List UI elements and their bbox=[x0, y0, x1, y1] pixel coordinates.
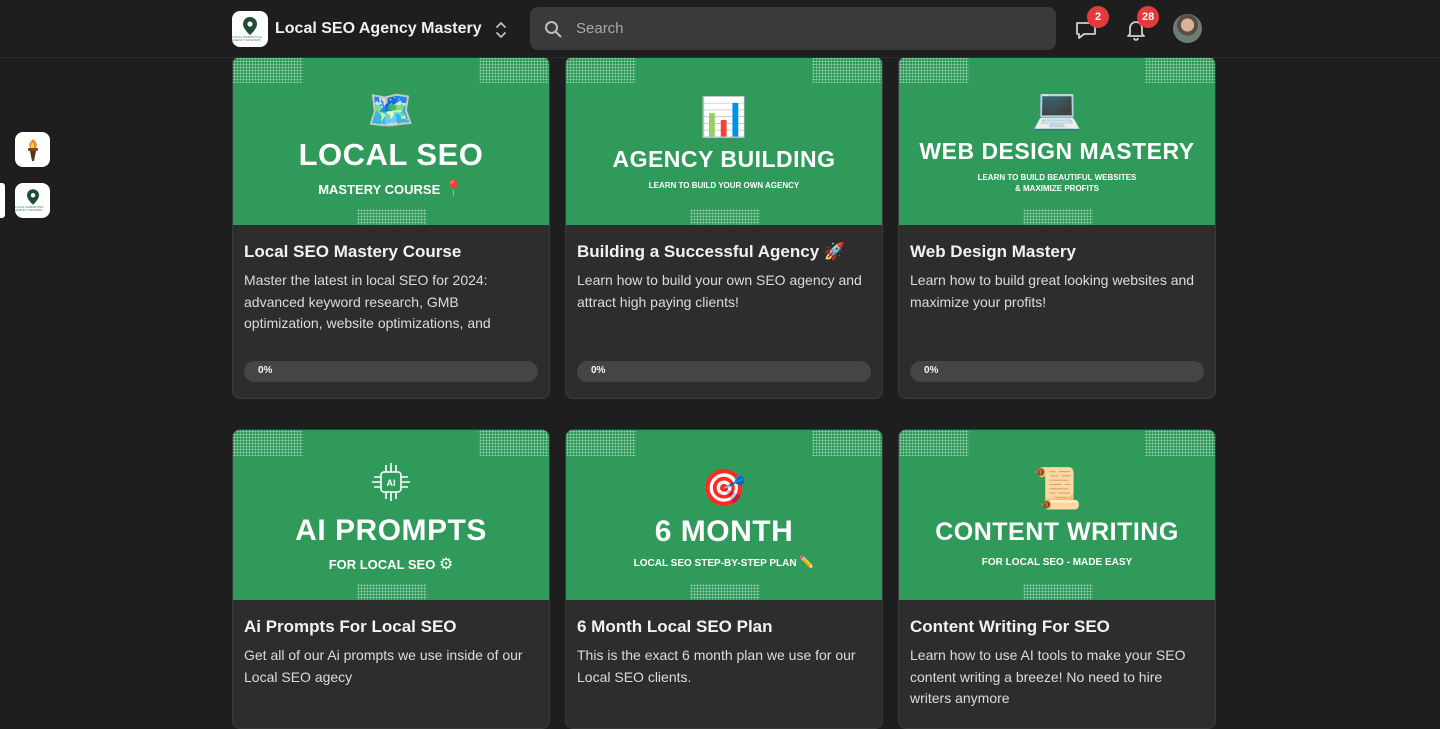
rail-active-indicator bbox=[0, 183, 5, 218]
thumbnail-title: CONTENT WRITING bbox=[935, 517, 1179, 546]
course-title: Building a Successful Agency 🚀 bbox=[577, 242, 846, 261]
torch-icon bbox=[27, 138, 38, 161]
course-title: Content Writing For SEO bbox=[910, 617, 1110, 636]
svg-text:AI: AI bbox=[387, 478, 396, 488]
course-card[interactable]: 💻 WEB DESIGN MASTERY LEARN TO BUILD BEAU… bbox=[898, 56, 1216, 399]
course-card[interactable]: 🗺️ LOCAL SEO MASTERY COURSE 📍 Local SEO … bbox=[232, 56, 550, 399]
thumbnail-subtitle: FOR LOCAL SEO - MADE EASY bbox=[981, 556, 1133, 568]
rail-community-local-seo[interactable]: LOCAL MARKETING AGENCY MASTERY bbox=[15, 183, 50, 218]
thumbnail-title: LOCAL SEO bbox=[298, 137, 484, 172]
map-pin-icon: 🗺️ bbox=[367, 90, 415, 132]
messages-count-badge: 2 bbox=[1087, 6, 1109, 28]
progress-label: 0% bbox=[258, 365, 273, 376]
course-description: Learn how to use AI tools to make your S… bbox=[910, 647, 1186, 706]
thumbnail-subtitle-line2: & MAXIMIZE PROFITS bbox=[1015, 184, 1099, 193]
messages-button[interactable]: 2 bbox=[1073, 6, 1109, 43]
logo-caption: LOCAL MARKETING AGENCY MASTERY bbox=[232, 34, 262, 42]
thumbnail-subtitle: MASTERY COURSE 📍 bbox=[318, 181, 464, 198]
target-checklist-icon: 🎯 bbox=[701, 467, 747, 508]
search-input[interactable] bbox=[576, 20, 1016, 37]
course-thumbnail: 📜 CONTENT WRITING FOR LOCAL SEO - MADE E… bbox=[899, 430, 1215, 600]
workspace-logo: LOCAL MARKETING AGENCY MASTERY bbox=[232, 11, 268, 47]
course-card[interactable]: 📊 AGENCY BUILDING LEARN TO BUILD YOUR OW… bbox=[565, 56, 883, 399]
thumbnail-subtitle: FOR LOCAL SEO ⚙ bbox=[328, 555, 454, 573]
course-title: Ai Prompts For Local SEO bbox=[244, 617, 457, 636]
search-bar[interactable] bbox=[530, 7, 1056, 50]
course-card[interactable]: AI AI PROMPTS FOR LOCAL SEO ⚙ Ai Prompts… bbox=[232, 429, 550, 729]
top-bar: LOCAL MARKETING AGENCY MASTERY Local SEO… bbox=[0, 0, 1440, 58]
course-thumbnail: AI AI PROMPTS FOR LOCAL SEO ⚙ bbox=[233, 430, 549, 600]
thumbnail-title: WEB DESIGN MASTERY bbox=[919, 138, 1195, 164]
course-progress-bar: 0% bbox=[577, 361, 871, 382]
course-progress-bar: 0% bbox=[910, 361, 1204, 382]
chart-dashboard-icon: 📊 bbox=[700, 97, 748, 139]
notifications-count-badge: 28 bbox=[1137, 6, 1160, 28]
course-thumbnail: 📊 AGENCY BUILDING LEARN TO BUILD YOUR OW… bbox=[566, 57, 882, 225]
course-title: 6 Month Local SEO Plan bbox=[577, 617, 773, 636]
course-description: Learn how to build great looking website… bbox=[910, 272, 1195, 310]
thumbnail-title: 6 MONTH bbox=[654, 515, 794, 548]
thumbnail-subtitle: LOCAL SEO STEP-BY-STEP PLAN ✏️ bbox=[633, 555, 815, 569]
course-thumbnail: 🎯 6 MONTH LOCAL SEO STEP-BY-STEP PLAN ✏️ bbox=[566, 430, 882, 600]
notifications-button[interactable]: 28 bbox=[1123, 6, 1160, 43]
course-thumbnail: 💻 WEB DESIGN MASTERY LEARN TO BUILD BEAU… bbox=[899, 57, 1215, 225]
rail-community-torch[interactable] bbox=[15, 132, 50, 167]
course-description: Master the latest in local SEO for 2024:… bbox=[244, 272, 491, 331]
course-title: Web Design Mastery bbox=[910, 242, 1076, 261]
course-progress-bar: 0% bbox=[244, 361, 538, 382]
thumbnail-title: AI PROMPTS bbox=[295, 513, 487, 547]
rail-logo-caption: LOCAL MARKETING AGENCY MASTERY bbox=[15, 205, 44, 212]
course-title: Local SEO Mastery Course bbox=[244, 242, 462, 261]
scroll-document-icon: 📜 bbox=[1032, 466, 1082, 511]
workspace-name: Local SEO Agency Mastery bbox=[275, 20, 482, 37]
progress-label: 0% bbox=[924, 365, 939, 376]
workspace-switcher-chevron-icon[interactable] bbox=[491, 19, 511, 41]
thumbnail-subtitle: LEARN TO BUILD YOUR OWN AGENCY bbox=[648, 181, 800, 190]
course-card[interactable]: 📜 CONTENT WRITING FOR LOCAL SEO - MADE E… bbox=[898, 429, 1216, 729]
course-thumbnail: 🗺️ LOCAL SEO MASTERY COURSE 📍 bbox=[233, 57, 549, 225]
course-description: Get all of our Ai prompts we use inside … bbox=[244, 647, 523, 685]
progress-label: 0% bbox=[591, 365, 606, 376]
user-avatar[interactable] bbox=[1173, 14, 1202, 43]
course-card[interactable]: 🎯 6 MONTH LOCAL SEO STEP-BY-STEP PLAN ✏️… bbox=[565, 429, 883, 729]
location-pin-icon bbox=[26, 189, 39, 205]
laptop-icon: 💻 bbox=[1032, 87, 1082, 131]
course-description: Learn how to build your own SEO agency a… bbox=[577, 272, 862, 310]
workspace-brand[interactable]: LOCAL MARKETING AGENCY MASTERY Local SEO… bbox=[232, 11, 482, 47]
thumbnail-subtitle: LEARN TO BUILD BEAUTIFUL WEBSITES bbox=[977, 173, 1137, 182]
course-description: This is the exact 6 month plan we use fo… bbox=[577, 647, 856, 685]
search-icon bbox=[545, 20, 562, 37]
location-pin-icon bbox=[243, 16, 257, 35]
thumbnail-title: AGENCY BUILDING bbox=[612, 146, 836, 172]
ai-chip-icon: AI bbox=[370, 461, 412, 508]
